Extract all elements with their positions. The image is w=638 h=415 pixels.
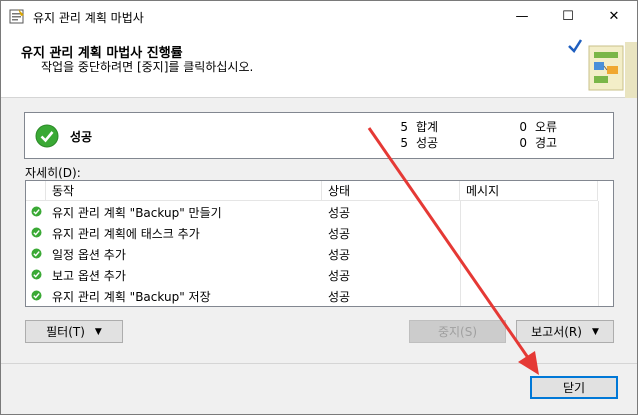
check-circle-icon: [31, 269, 42, 280]
row-status: 성공: [328, 206, 351, 220]
check-circle-icon: [31, 227, 42, 238]
table-row[interactable]: 일정 옵션 추가 성공: [26, 243, 613, 264]
caret-down-icon: ▼: [591, 326, 599, 337]
stop-button[interactable]: 중지(S): [409, 320, 506, 343]
row-status: 성공: [328, 248, 351, 262]
footer-divider: [1, 363, 637, 364]
column-header-icon: [26, 181, 46, 201]
minimize-icon: —: [515, 9, 529, 24]
column-header-message[interactable]: 메시지: [460, 181, 598, 201]
page-subtitle: 작업을 중단하려면 [중지]를 클릭하십시오.: [41, 60, 254, 74]
table-row[interactable]: 유지 관리 계획에 태스크 추가 성공: [26, 222, 613, 243]
warning-count-value: 0: [519, 136, 527, 150]
title-bar[interactable]: 유지 관리 계획 마법사 — ☐ ✕: [1, 1, 637, 32]
check-circle-icon: [31, 206, 42, 217]
check-circle-icon: [35, 124, 59, 148]
caret-down-icon: ▼: [94, 326, 102, 337]
column-header-status[interactable]: 상태: [322, 181, 460, 201]
table-row[interactable]: 유지 관리 계획 "Backup" 저장 성공: [26, 285, 613, 306]
close-icon: ✕: [608, 9, 620, 24]
table-row[interactable]: 보고 옵션 추가 성공: [26, 264, 613, 285]
success-count-value: 5: [400, 136, 408, 150]
check-circle-icon: [31, 248, 42, 259]
maximize-button[interactable]: ☐: [545, 1, 591, 32]
warning-count: 0 경고: [517, 134, 557, 151]
row-status: 성공: [328, 227, 351, 241]
success-count-label: 성공: [416, 136, 439, 150]
report-button-label: 보고서(R): [531, 325, 582, 339]
filter-button[interactable]: 필터(T) ▼: [25, 320, 123, 343]
wizard-banner-icon: [568, 39, 637, 98]
close-button-label: 닫기: [562, 381, 586, 395]
total-count-value: 5: [400, 120, 408, 134]
details-label: 자세히(D):: [25, 166, 81, 180]
column-header-action[interactable]: 동작: [46, 181, 322, 201]
success-count: 5 성공: [398, 134, 438, 151]
check-circle-icon: [31, 290, 42, 301]
status-summary-panel: 성공 5 합계 5 성공 0 오류 0 경고: [24, 112, 614, 159]
minimize-button[interactable]: —: [499, 1, 545, 32]
report-button[interactable]: 보고서(R) ▼: [516, 320, 614, 343]
table-row[interactable]: 유지 관리 계획 "Backup" 만들기 성공: [26, 201, 613, 222]
error-count-value: 0: [519, 120, 527, 134]
wizard-header: 유지 관리 계획 마법사 진행률 작업을 중단하려면 [중지]를 클릭하십시오.: [1, 32, 637, 98]
details-list[interactable]: 동작 상태 메시지 유지 관리 계획 "Backup" 만들기 성공 유지 관리…: [25, 180, 614, 307]
window-title: 유지 관리 계획 마법사: [33, 11, 144, 25]
row-status: 성공: [328, 269, 351, 283]
row-action: 일정 옵션 추가: [52, 248, 126, 262]
wizard-icon: [9, 9, 24, 24]
row-action: 유지 관리 계획 "Backup" 저장: [52, 290, 211, 304]
row-status: 성공: [328, 290, 351, 304]
error-count-label: 오류: [535, 120, 558, 134]
total-count-label: 합계: [416, 120, 439, 134]
row-action: 유지 관리 계획에 태스크 추가: [52, 227, 200, 241]
maximize-icon: ☐: [562, 9, 574, 24]
total-count: 5 합계: [398, 118, 438, 135]
wizard-window: 유지 관리 계획 마법사 — ☐ ✕ 유지 관리 계획 마법사 진행률 작업을 …: [0, 0, 638, 415]
warning-count-label: 경고: [535, 136, 558, 150]
status-label: 성공: [70, 130, 93, 144]
row-action: 보고 옵션 추가: [52, 269, 126, 283]
row-action: 유지 관리 계획 "Backup" 만들기: [52, 206, 222, 220]
close-window-button[interactable]: ✕: [591, 1, 637, 32]
filter-button-label: 필터(T): [46, 325, 85, 339]
close-button[interactable]: 닫기: [530, 376, 618, 399]
error-count: 0 오류: [517, 118, 557, 135]
stop-button-label: 중지(S): [437, 325, 478, 339]
